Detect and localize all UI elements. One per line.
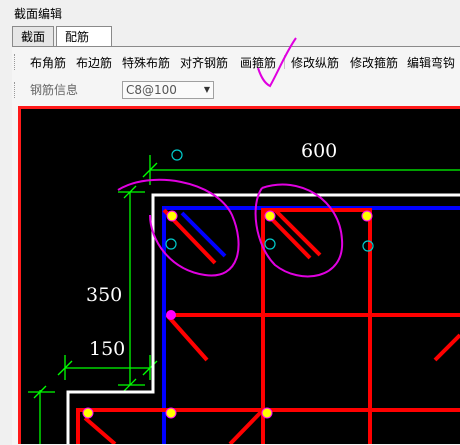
dimension-left-height: 350 <box>86 284 123 306</box>
rebar-info-label: 钢筋信息 <box>30 83 79 97</box>
tab-reinforcement[interactable]: 配筋 <box>56 26 112 47</box>
annotation-circle-right <box>254 183 344 278</box>
tab-section[interactable]: 截面 <box>12 26 54 46</box>
modify-longitudinal-bar-button[interactable]: 修改纵筋 <box>291 54 339 72</box>
edit-hook-button[interactable]: 编辑弯钩 <box>407 54 455 72</box>
align-bar-button[interactable]: 对齐钢筋 <box>180 54 228 72</box>
window-titlebar: 截面编辑 <box>0 0 460 24</box>
section-drawing[interactable] <box>21 109 460 444</box>
chevron-down-icon[interactable]: ▼ <box>204 85 210 94</box>
toolbar-grip[interactable] <box>14 82 18 98</box>
rebar-markers <box>82 149 374 419</box>
modify-stirrup-button[interactable]: 修改箍筋 <box>350 54 398 72</box>
toolbar-separator <box>284 55 285 69</box>
rebar-info-value: C8@100 <box>126 83 177 97</box>
special-bar-button[interactable]: 特殊布筋 <box>122 54 170 72</box>
dimension-top-width: 600 <box>301 140 338 162</box>
place-edge-bar-button[interactable]: 布边筋 <box>76 54 112 72</box>
tab-section-label: 截面 <box>21 30 46 44</box>
drawing-canvas[interactable]: 600 350 150 <box>21 109 460 444</box>
tab-reinforcement-label: 配筋 <box>65 30 90 44</box>
window-title: 截面编辑 <box>14 7 63 21</box>
place-corner-bar-button[interactable]: 布角筋 <box>30 54 66 72</box>
toolbar-grip[interactable] <box>14 54 18 70</box>
dimension-offset: 150 <box>89 338 126 360</box>
draw-stirrup-button[interactable]: 画箍筋 <box>240 54 276 72</box>
rebar-info-select[interactable]: C8@100 ▼ <box>122 81 214 99</box>
